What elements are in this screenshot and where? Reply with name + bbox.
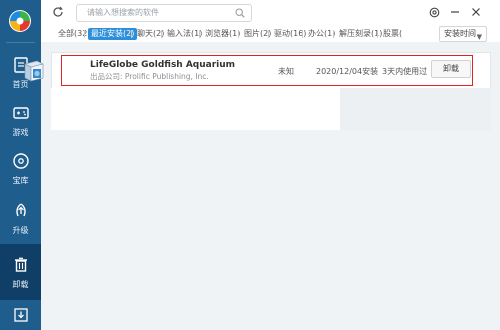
- sidebar-item-label: 宝库: [12, 176, 29, 185]
- tab-separator: [333, 30, 334, 38]
- tab-separator: [238, 30, 239, 38]
- tab-separator: [302, 30, 303, 38]
- sidebar: 首页 游戏 宝库 升级 卸载: [0, 0, 41, 330]
- tab-separator: [199, 30, 200, 38]
- list-empty-area-shaded: [340, 88, 491, 130]
- tab-recent[interactable]: 最近安装(2): [88, 28, 138, 40]
- settings-icon[interactable]: [427, 5, 441, 19]
- sidebar-item-downloads[interactable]: [0, 300, 41, 330]
- upgrade-icon: [10, 200, 32, 222]
- treasure-disc-icon: [10, 150, 32, 172]
- sidebar-item-label: 卸载: [12, 280, 29, 289]
- sidebar-divider: [6, 42, 35, 43]
- sidebar-item-uninstall[interactable]: 卸载: [0, 244, 41, 300]
- app-box-icon: [24, 60, 44, 82]
- tab-images[interactable]: 图片(2): [241, 28, 274, 40]
- list-empty-area: [51, 88, 340, 130]
- tab-separator: [377, 30, 378, 38]
- search-input[interactable]: 请输入想搜索的软件: [76, 4, 252, 22]
- gamepad-icon: [10, 102, 32, 124]
- tab-stocks[interactable]: 股票(: [380, 28, 405, 40]
- app-logo-icon: [9, 10, 31, 32]
- tab-drivers[interactable]: 驱动(16): [271, 28, 309, 40]
- sort-label: 安装时间: [444, 29, 476, 38]
- search-icon[interactable]: [235, 8, 245, 18]
- title-bar: 请输入想搜索的软件: [41, 0, 500, 26]
- app-window: 首页 游戏 宝库 升级 卸载 请输入想搜索的软件 全部(32) 最近安装(2) …: [0, 0, 500, 330]
- search-placeholder: 请输入想搜索的软件: [87, 8, 159, 17]
- tab-separator: [268, 30, 269, 38]
- minimize-icon[interactable]: [448, 5, 462, 19]
- sidebar-item-upgrade[interactable]: 升级: [0, 190, 41, 246]
- tab-separator: [131, 30, 132, 38]
- tab-separator: [161, 30, 162, 38]
- tab-chat[interactable]: 聊天(2): [134, 28, 167, 40]
- selection-highlight: [61, 55, 473, 86]
- close-icon[interactable]: [469, 5, 483, 19]
- sidebar-item-label: 升级: [12, 226, 29, 235]
- category-tabs: 全部(32) 最近安装(2) 聊天(2) 输入法(1) 浏览器(1) 图片(2)…: [41, 26, 500, 42]
- trash-icon: [10, 254, 32, 276]
- refresh-icon[interactable]: [52, 6, 64, 18]
- sort-dropdown[interactable]: 安装时间 ▼: [439, 26, 487, 42]
- tab-separator: [84, 30, 85, 38]
- download-icon: [10, 304, 32, 326]
- sidebar-item-treasury[interactable]: 宝库: [0, 140, 41, 196]
- sidebar-item-label: 游戏: [12, 128, 29, 137]
